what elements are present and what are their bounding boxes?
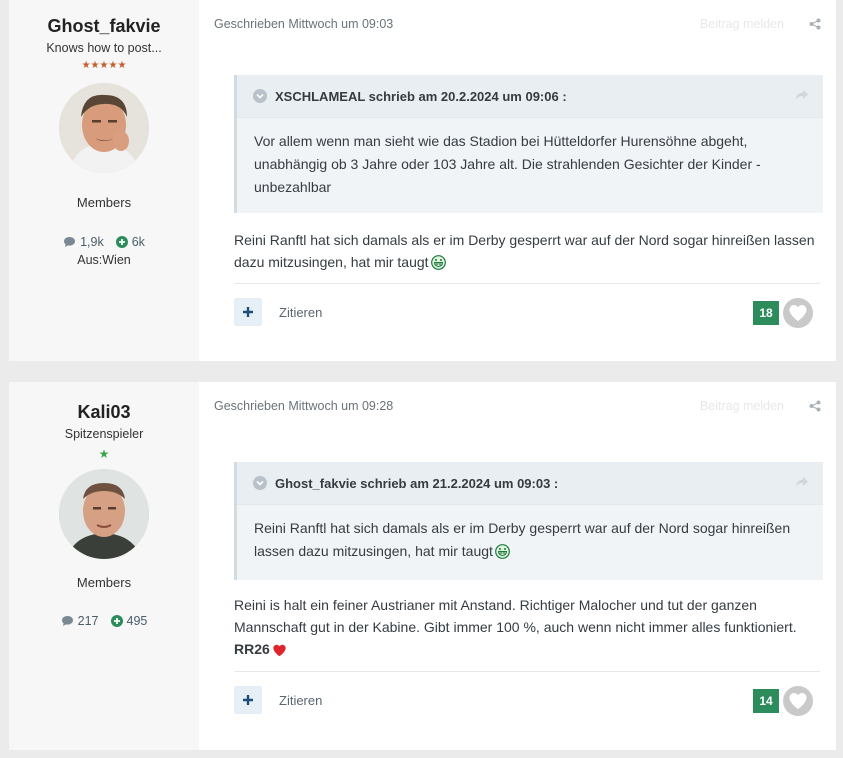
quote-body: Reini Ranftl hat sich damals als er im D… [237,505,823,580]
forward-icon[interactable] [795,476,809,488]
comment-icon [61,616,73,626]
author-name[interactable]: Kali03 [9,402,199,423]
plus-circle-icon [110,615,123,627]
rank-stars: ★★★★★ [81,60,127,71]
post-meta: Geschrieben Mittwoch um 09:03 [214,17,394,31]
author-panel: Ghost_fakvie Knows how to post... ★★★★★ … [9,0,199,361]
rank-stars: ★ [98,447,110,461]
heart-icon [789,693,807,709]
like-button[interactable] [783,686,813,716]
multiquote-button[interactable] [234,298,262,326]
post-text: Reini Ranftl hat sich damals als er im D… [234,229,824,276]
multiquote-button[interactable] [234,686,262,714]
plus-circle-icon [115,236,128,248]
signature: RR26 [234,638,824,663]
quote-citation: Ghost_fakvie schrieb am 21.2.2024 um 09:… [275,475,559,491]
post-text-body: Reini is halt ein feiner Austrianer mit … [234,597,797,635]
share-icon[interactable] [809,400,821,412]
divider [234,671,820,672]
quote-block: XSCHLAMEAL schrieb am 20.2.2024 um 09:06… [234,75,823,213]
member-group: Members [76,575,132,590]
member-group: Members [76,195,132,210]
like-button[interactable] [783,298,813,328]
like-count[interactable]: 18 [753,301,779,325]
reputation-value: 495 [126,614,148,628]
grinning-emoji-icon [430,254,446,276]
reputation: 495 [110,614,148,628]
post-text-body: Reini Ranftl hat sich damals als er im D… [234,232,815,270]
post-count-value: 1,9k [80,235,104,249]
plus-icon [243,307,253,317]
quote-citation: XSCHLAMEAL schrieb am 20.2.2024 um 09:06… [275,88,567,104]
author-location: Aus:Wien [77,253,131,267]
grinning-emoji-icon [495,543,510,566]
plus-icon [243,695,253,705]
post: Kali03 Spitzenspieler ★ Members 217 495 [9,382,836,750]
author-stats: 217 495 [9,614,199,628]
chevron-down-icon[interactable] [253,476,267,490]
signature-text: RR26 [234,641,270,657]
heart-icon [789,305,807,321]
reputation-value: 6k [131,235,145,249]
divider [234,283,820,284]
forward-icon[interactable] [795,89,809,101]
comment-icon [64,237,76,247]
post-text: Reini is halt ein feiner Austrianer mit … [234,594,824,663]
reputation: 6k [115,235,145,249]
post-count-value: 217 [77,614,99,628]
share-icon[interactable] [809,18,821,30]
avatar[interactable] [59,469,149,559]
quote-button[interactable]: Zitieren [279,693,322,708]
avatar[interactable] [59,83,149,173]
quote-button[interactable]: Zitieren [279,305,322,320]
post-meta: Geschrieben Mittwoch um 09:28 [214,399,394,413]
quote-header: XSCHLAMEAL schrieb am 20.2.2024 um 09:06… [237,75,823,118]
like-count[interactable]: 14 [753,689,779,713]
chevron-down-icon[interactable] [253,89,267,103]
quote-block: Ghost_fakvie schrieb am 21.2.2024 um 09:… [234,462,823,580]
post-count: 217 [61,614,99,628]
heart-emoji-icon [272,641,287,663]
post-content: Geschrieben Mittwoch um 09:28 Beitrag me… [199,382,836,750]
report-link[interactable]: Beitrag melden [700,399,784,413]
post-count: 1,9k [63,235,104,249]
quote-header: Ghost_fakvie schrieb am 21.2.2024 um 09:… [237,462,823,505]
author-title: Knows how to post... [46,41,162,55]
quote-body: Vor allem wenn man sieht wie das Stadion… [237,118,823,213]
report-link[interactable]: Beitrag melden [700,17,784,31]
author-name[interactable]: Ghost_fakvie [9,16,199,37]
quote-body-text: Reini Ranftl hat sich damals als er im D… [254,520,791,559]
post-content: Geschrieben Mittwoch um 09:03 Beitrag me… [199,0,836,361]
author-panel: Kali03 Spitzenspieler ★ Members 217 495 [9,382,199,750]
post: Ghost_fakvie Knows how to post... ★★★★★ … [9,0,836,361]
author-stats: 1,9k 6k [9,235,199,249]
author-title: Spitzenspieler [64,427,144,441]
